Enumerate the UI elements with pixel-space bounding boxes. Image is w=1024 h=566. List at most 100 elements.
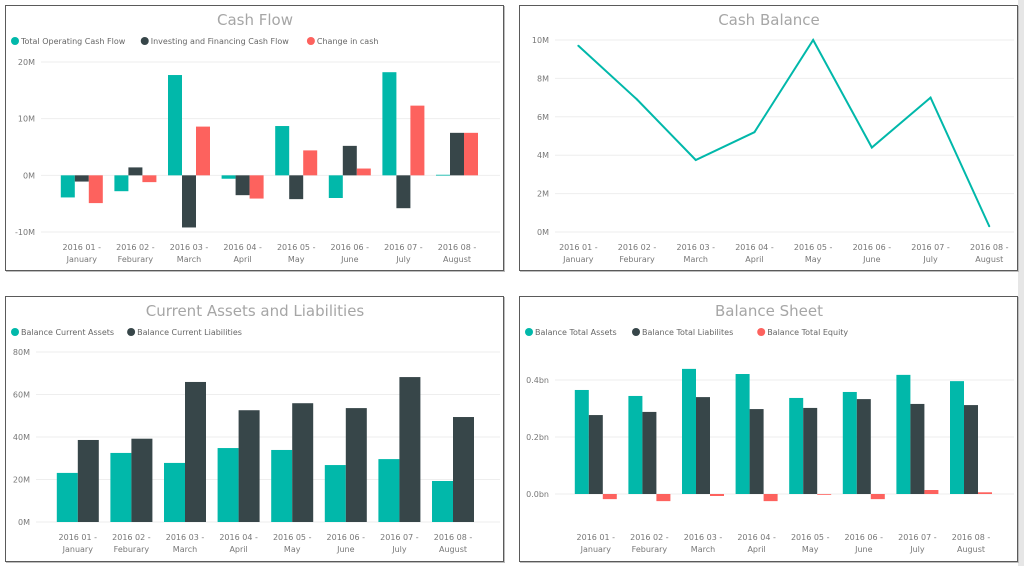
x-tick-label: May xyxy=(288,255,305,264)
bar-balance-current-assets[interactable] xyxy=(378,459,400,522)
legend-item[interactable]: Balance Total Assets xyxy=(525,328,617,337)
bar-total-operating-cash-flow[interactable] xyxy=(436,174,450,176)
bar-balance-current-liabilities[interactable] xyxy=(185,381,206,522)
line-point[interactable] xyxy=(870,146,873,149)
x-tick-label: June xyxy=(862,255,881,264)
bar-balance-current-assets[interactable] xyxy=(271,449,293,522)
x-tick-label: 2016 03 - xyxy=(170,243,209,252)
bar-total-operating-cash-flow[interactable] xyxy=(328,175,343,198)
y-tick-label: -10M xyxy=(15,228,35,237)
bar-change-in-cash[interactable] xyxy=(142,175,157,183)
legend-item[interactable]: Investing and Financing Cash Flow xyxy=(140,37,289,46)
bar-balance-total-assets[interactable] xyxy=(628,395,643,494)
bar-balance-total-liabilites[interactable] xyxy=(803,407,818,494)
bar-balance-total-assets[interactable] xyxy=(735,374,750,494)
bar-total-operating-cash-flow[interactable] xyxy=(275,126,290,176)
bar-balance-current-assets[interactable] xyxy=(217,448,239,522)
bar-balance-total-equity[interactable] xyxy=(710,494,724,496)
bar-balance-total-equity[interactable] xyxy=(817,494,832,495)
bar-investing-and-financing-cash-flow[interactable] xyxy=(128,167,143,176)
bar-balance-total-equity[interactable] xyxy=(602,494,617,500)
bar-balance-total-assets[interactable] xyxy=(896,374,911,494)
bar-balance-total-liabilites[interactable] xyxy=(749,409,764,494)
bar-balance-total-liabilites[interactable] xyxy=(964,405,978,494)
legend-item[interactable]: Balance Current Liabilities xyxy=(127,328,242,337)
y-tick-label: 40M xyxy=(13,433,30,442)
bar-total-operating-cash-flow[interactable] xyxy=(221,175,236,179)
bar-balance-current-liabilities[interactable] xyxy=(399,377,421,522)
bar-investing-and-financing-cash-flow[interactable] xyxy=(235,175,250,196)
bar-total-operating-cash-flow[interactable] xyxy=(114,175,129,192)
bar-balance-total-liabilites[interactable] xyxy=(910,403,925,494)
bar-balance-total-equity[interactable] xyxy=(763,494,778,502)
bar-balance-current-assets[interactable] xyxy=(164,462,185,522)
bar-total-operating-cash-flow[interactable] xyxy=(60,175,75,198)
bar-balance-total-liabilites[interactable] xyxy=(696,397,710,494)
bar-total-operating-cash-flow[interactable] xyxy=(168,75,182,176)
bar-balance-current-liabilities[interactable] xyxy=(292,403,314,522)
bar-change-in-cash[interactable] xyxy=(249,175,264,199)
bar-balance-current-liabilities[interactable] xyxy=(453,417,474,522)
x-tick-label: 2016 08 - xyxy=(970,243,1009,252)
bar-change-in-cash[interactable] xyxy=(88,175,103,204)
bar-investing-and-financing-cash-flow[interactable] xyxy=(342,145,357,176)
bar-balance-total-assets[interactable] xyxy=(842,391,857,494)
y-tick-label: 2M xyxy=(537,190,549,199)
legend-item[interactable]: Balance Current Assets xyxy=(11,328,114,337)
y-tick-label: 60M xyxy=(13,391,30,400)
bar-balance-total-equity[interactable] xyxy=(870,494,885,500)
bar-balance-current-liabilities[interactable] xyxy=(77,439,99,522)
bar-investing-and-financing-cash-flow[interactable] xyxy=(396,175,411,209)
x-tick-label: January xyxy=(562,255,594,264)
bar-balance-total-liabilites[interactable] xyxy=(856,399,871,494)
line-point[interactable] xyxy=(988,225,991,228)
y-tick-label: 10M xyxy=(18,115,35,124)
y-tick-label: 8M xyxy=(537,74,549,83)
bar-investing-and-financing-cash-flow[interactable] xyxy=(74,175,89,182)
bar-balance-total-liabilites[interactable] xyxy=(588,415,603,494)
bar-balance-total-equity[interactable] xyxy=(978,492,992,494)
legend-item[interactable]: Change in cash xyxy=(306,37,379,46)
line-point[interactable] xyxy=(929,96,932,99)
line-point[interactable] xyxy=(577,44,580,47)
line-point[interactable] xyxy=(636,98,639,101)
line-point[interactable] xyxy=(812,39,815,41)
line-series-cash-balance[interactable] xyxy=(577,38,991,227)
bar-balance-current-liabilities[interactable] xyxy=(345,408,367,522)
bar-balance-total-liabilites[interactable] xyxy=(642,411,657,494)
bar-balance-current-assets[interactable] xyxy=(432,480,453,522)
x-tick-label: 2016 06 - xyxy=(853,243,892,252)
legend-item[interactable]: Balance Total Liabilites xyxy=(632,328,733,337)
bar-balance-total-assets[interactable] xyxy=(789,397,804,494)
x-tick-label: 2016 04 - xyxy=(737,533,776,542)
x-tick-label: 2016 02 - xyxy=(116,243,155,252)
bar-balance-total-assets[interactable] xyxy=(682,368,696,494)
x-tick-label: 2016 04 - xyxy=(219,533,258,542)
bar-balance-current-liabilities[interactable] xyxy=(131,438,153,522)
bar-change-in-cash[interactable] xyxy=(410,105,425,176)
line-point[interactable] xyxy=(694,159,697,161)
bar-balance-current-liabilities[interactable] xyxy=(238,410,260,522)
bar-investing-and-financing-cash-flow[interactable] xyxy=(450,132,464,176)
legend-item[interactable]: Balance Total Equity xyxy=(757,328,848,337)
bar-balance-current-assets[interactable] xyxy=(324,465,346,522)
bar-change-in-cash[interactable] xyxy=(303,150,318,176)
bar-balance-total-equity[interactable] xyxy=(656,494,671,502)
legend-marker-icon xyxy=(11,37,19,45)
x-tick-label: 2016 07 - xyxy=(898,533,937,542)
bar-change-in-cash[interactable] xyxy=(464,132,478,176)
bar-change-in-cash[interactable] xyxy=(356,168,371,176)
x-tick-label: March xyxy=(684,255,708,264)
bar-balance-total-equity[interactable] xyxy=(924,490,939,494)
bar-balance-current-assets[interactable] xyxy=(56,472,78,522)
line-point[interactable] xyxy=(753,131,756,134)
bar-balance-current-assets[interactable] xyxy=(110,452,132,522)
bar-investing-and-financing-cash-flow[interactable] xyxy=(182,175,196,228)
bar-balance-total-assets[interactable] xyxy=(574,389,589,494)
bar-change-in-cash[interactable] xyxy=(196,126,210,176)
bar-total-operating-cash-flow[interactable] xyxy=(382,72,397,176)
bar-balance-total-assets[interactable] xyxy=(950,381,964,494)
bar-investing-and-financing-cash-flow[interactable] xyxy=(289,175,304,200)
legend-item[interactable]: Total Operating Cash Flow xyxy=(11,37,126,46)
legend-label: Total Operating Cash Flow xyxy=(20,37,126,46)
